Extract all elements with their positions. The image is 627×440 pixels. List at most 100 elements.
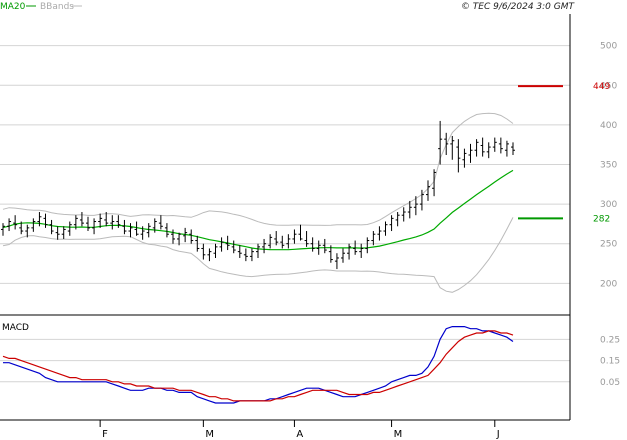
price-bar [31, 218, 36, 232]
x-tick-label: M [205, 429, 214, 440]
price-bar [207, 248, 212, 262]
price-bar [468, 143, 473, 163]
price-y-tick-label: 250 [600, 240, 617, 250]
price-bar [61, 226, 66, 239]
price-bar [189, 229, 194, 244]
price-bar [262, 238, 267, 254]
macd-y-tick-labels: 0.05 0.15 0.25 [600, 335, 620, 387]
price-y-tick-label: 300 [600, 200, 617, 210]
price-bar [401, 207, 406, 222]
price-bar [243, 248, 248, 262]
stock-chart: MA20 BBands © TEC 9/6/2024 3:0 GMT 200 25… [0, 2, 620, 440]
price-bar [274, 231, 279, 246]
price-bar [280, 235, 285, 249]
price-bar [377, 226, 382, 241]
price-bar [67, 221, 72, 236]
price-bar [201, 243, 206, 260]
price-bar [92, 218, 97, 235]
price-bar [298, 224, 303, 241]
price-y-tick-labels: 200250300350400450500 [600, 42, 617, 290]
bollinger-bands [2, 112, 514, 293]
price-bar [7, 218, 12, 232]
legend-bbands-label: BBands [40, 2, 74, 12]
level-marker-label: 449 [593, 82, 610, 92]
x-tick-label: F [102, 429, 108, 440]
price-bar [486, 142, 491, 159]
price-bar [122, 219, 127, 235]
price-bar [383, 221, 388, 236]
price-bar [444, 132, 449, 155]
price-bar [13, 215, 18, 230]
price-bar [219, 237, 224, 252]
price-bar [86, 216, 90, 232]
price-bar [249, 248, 254, 262]
price-bar [171, 229, 175, 244]
price-bar [438, 120, 443, 165]
price-bar [334, 253, 339, 270]
price-bar [268, 234, 273, 249]
macd-gridlines [0, 338, 570, 383]
price-annotations: 449 282 [518, 82, 610, 224]
price-bar [365, 237, 370, 254]
price-bar [310, 237, 315, 252]
price-bar [371, 231, 376, 246]
macd-lines [2, 326, 514, 404]
price-bar [347, 243, 352, 260]
price-bar [341, 248, 345, 263]
macd-y-tick-label: 0.25 [600, 335, 620, 345]
price-bar [55, 226, 60, 240]
price-bar [43, 213, 48, 228]
price-bar [474, 139, 479, 157]
price-bar [158, 215, 163, 230]
price-bar [389, 215, 394, 232]
x-tick-label: J [496, 429, 500, 440]
price-bar [256, 243, 260, 258]
price-bar [49, 219, 54, 235]
price-bar [146, 223, 151, 238]
price-bars [1, 120, 515, 270]
legend-ma20-label: MA20 [0, 2, 26, 12]
macd-line [3, 326, 514, 404]
price-bar [498, 137, 503, 154]
price-bar [134, 221, 139, 236]
price-bar [286, 234, 291, 249]
price-bar [292, 229, 297, 244]
x-tick-label: A [296, 429, 303, 440]
macd-signal-line [2, 330, 514, 402]
price-y-tick-label: 200 [600, 279, 617, 289]
price-y-tick-label: 500 [600, 42, 617, 52]
level-marker-label: 282 [593, 214, 610, 224]
price-bar [480, 137, 485, 157]
ma20-line [2, 169, 514, 251]
price-bar [395, 212, 400, 227]
chart-timestamp: © TEC 9/6/2024 3:0 GMT [461, 2, 576, 12]
price-bar [511, 142, 515, 155]
price-bar [237, 245, 242, 258]
price-bar [359, 243, 364, 258]
price-bar [79, 212, 84, 227]
price-gridlines [0, 45, 570, 284]
x-axis: FMAMJ [99, 420, 500, 440]
price-bar [304, 231, 309, 247]
price-bar [456, 139, 461, 173]
price-bar [450, 135, 455, 160]
macd-y-tick-label: 0.05 [600, 378, 620, 388]
macd-panel: 0.05 0.15 0.25 MACD [0, 323, 620, 404]
price-bar [164, 223, 169, 238]
x-tick-label: M [394, 429, 403, 440]
price-bar [213, 243, 218, 258]
price-bar [504, 140, 509, 157]
price-y-tick-label: 350 [600, 161, 617, 171]
price-bar [110, 215, 115, 230]
ma20-line-group [2, 169, 514, 251]
price-bar [128, 223, 133, 238]
price-panel: 200250300350400450500 449282 [0, 42, 617, 293]
price-bar [1, 223, 5, 236]
macd-y-tick-label: 0.15 [600, 357, 620, 367]
macd-title: MACD [2, 323, 29, 333]
bbands-upper-line [2, 112, 514, 226]
price-bar [322, 238, 327, 254]
price-y-tick-label: 400 [600, 121, 617, 131]
price-bar [492, 137, 497, 152]
price-bar [231, 240, 236, 254]
